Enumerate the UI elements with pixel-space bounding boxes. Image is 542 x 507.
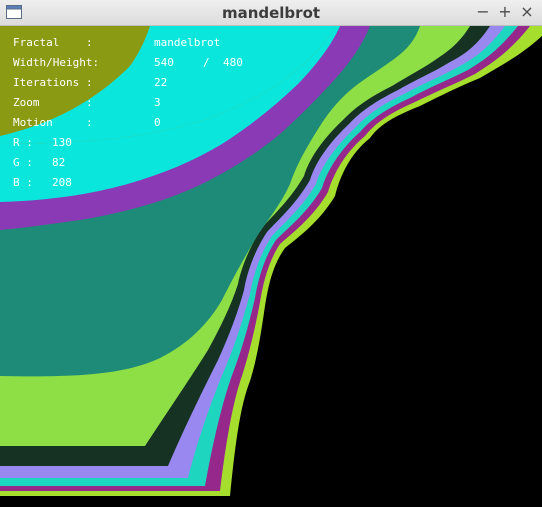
- maximize-button[interactable]: +: [496, 3, 514, 21]
- bulb-mid: [348, 224, 376, 252]
- size-separator: /: [203, 56, 210, 69]
- motion-colon: :: [86, 116, 93, 129]
- close-button[interactable]: ×: [518, 3, 536, 21]
- zoom-colon: :: [86, 96, 93, 109]
- minimize-button[interactable]: −: [474, 3, 492, 21]
- fractal-value: mandelbrot: [154, 36, 221, 49]
- width-value: 540: [154, 56, 174, 69]
- r-value: 130: [52, 136, 72, 149]
- iterations-label: Iterations: [13, 76, 80, 89]
- motion-label: Motion: [13, 116, 53, 129]
- height-value: 480: [223, 56, 243, 69]
- fractal-label: Fractal: [13, 36, 60, 49]
- b-label: B :: [13, 176, 33, 189]
- title-bar[interactable]: mandelbrot − + ×: [0, 0, 542, 26]
- bulb-upper: [422, 120, 458, 156]
- b-value: 208: [52, 176, 72, 189]
- size-label: Width/Height:: [13, 56, 100, 69]
- g-value: 82: [52, 156, 66, 169]
- r-label: R :: [13, 136, 33, 149]
- app-window: mandelbrot − + × Fractal : mandelbrot Wi…: [0, 0, 542, 507]
- g-label: G :: [13, 156, 33, 169]
- info-overlay: Fractal : mandelbrot Width/Height: 540 /…: [0, 26, 300, 206]
- zoom-value: 3: [154, 96, 161, 109]
- motion-value: 0: [154, 116, 161, 129]
- window-title: mandelbrot: [221, 4, 321, 22]
- iterations-value: 22: [154, 76, 168, 89]
- bulb-lower: [286, 332, 314, 360]
- zoom-label: Zoom: [13, 96, 40, 109]
- fractal-colon: :: [86, 36, 93, 49]
- iterations-colon: :: [86, 76, 93, 89]
